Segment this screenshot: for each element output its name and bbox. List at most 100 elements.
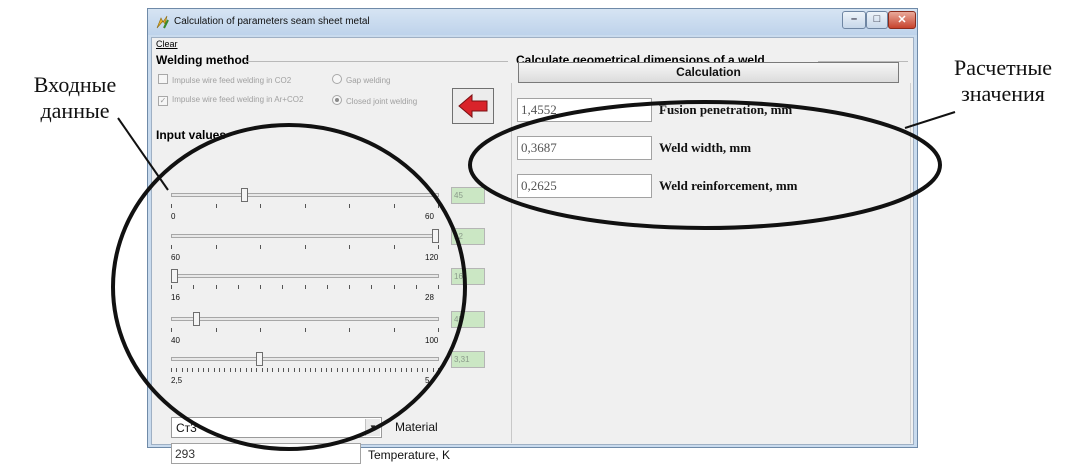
radio-icon[interactable] xyxy=(332,74,342,84)
slider-track[interactable] xyxy=(171,234,439,238)
material-select[interactable]: Ст3 ▼ xyxy=(171,417,382,438)
slider-value-box[interactable]: 12 xyxy=(451,228,485,245)
panel-border xyxy=(910,83,911,443)
slider-ticks xyxy=(171,245,439,250)
tick-mark xyxy=(260,285,261,289)
tick-mark xyxy=(215,204,217,208)
option-gap-welding[interactable]: Gap welding xyxy=(332,74,390,85)
weld-width-value[interactable]: 0,3687 xyxy=(517,136,652,160)
title-bar[interactable]: Calculation of parameters seam sheet met… xyxy=(148,9,917,35)
slider-thumb[interactable] xyxy=(240,188,248,202)
tick-mark xyxy=(320,368,322,372)
tick-mark xyxy=(187,368,189,372)
tick-mark xyxy=(315,368,317,372)
fusion-penetration-value[interactable]: 1,4552 xyxy=(517,98,652,122)
tick-mark xyxy=(213,368,215,372)
welding-method-title: Welding method xyxy=(156,53,250,67)
tick-mark xyxy=(363,368,365,372)
tick-mark xyxy=(304,204,306,208)
checkbox-checked-icon[interactable]: ✓ xyxy=(158,96,168,106)
tick-mark xyxy=(304,368,306,372)
close-button[interactable]: ✕ xyxy=(888,11,916,29)
tick-mark xyxy=(309,368,311,372)
tick-mark xyxy=(368,368,370,372)
tick-mark xyxy=(219,368,221,372)
slider-max-label: 28 xyxy=(425,293,434,302)
slider-value-box[interactable]: 16 xyxy=(451,268,485,285)
tick-mark xyxy=(438,204,439,208)
slider-value-box[interactable]: 45 xyxy=(451,187,485,204)
transfer-arrow-button[interactable] xyxy=(452,88,494,124)
slider-thumb[interactable] xyxy=(255,352,263,366)
tick-mark xyxy=(389,368,391,372)
tick-mark xyxy=(371,285,373,289)
tick-mark xyxy=(393,285,395,289)
weld-reinforcement-value[interactable]: 0,2625 xyxy=(517,174,652,198)
tick-mark xyxy=(304,285,306,289)
tick-mark xyxy=(349,285,350,289)
input-values-title: Input values xyxy=(156,128,227,142)
slider-value-box[interactable]: 45 xyxy=(451,311,485,328)
tick-mark xyxy=(373,368,375,372)
maximize-icon: □ xyxy=(873,13,881,25)
tick-mark xyxy=(432,368,434,372)
slider-thumb[interactable] xyxy=(171,269,178,283)
slider-ticks xyxy=(171,204,439,209)
checkbox-icon[interactable] xyxy=(158,74,168,84)
slider-track[interactable] xyxy=(171,274,439,278)
option-label: Impulse wire feed welding in Ar+CO2 xyxy=(172,95,304,104)
tick-mark xyxy=(400,368,402,372)
temperature-input[interactable]: 293 xyxy=(171,443,361,464)
tick-mark xyxy=(283,368,285,372)
option-impulse-arco2[interactable]: ✓ Impulse wire feed welding in Ar+CO2 xyxy=(158,95,303,106)
tick-mark xyxy=(171,328,172,332)
material-label: Material xyxy=(395,420,438,434)
tick-mark xyxy=(215,245,217,249)
tick-mark xyxy=(347,368,349,372)
radio-selected-icon[interactable] xyxy=(332,95,342,105)
slider-max-label: 60 xyxy=(425,212,434,221)
tick-mark xyxy=(379,368,381,372)
calculation-button[interactable]: Calculation xyxy=(518,62,899,83)
tick-mark xyxy=(288,368,290,372)
slider-track[interactable] xyxy=(171,317,439,321)
tick-mark xyxy=(299,368,301,372)
maximize-button[interactable]: □ xyxy=(866,11,888,29)
option-label: Impulse wire feed welding in CO2 xyxy=(172,76,292,85)
tick-mark xyxy=(171,285,172,289)
tick-mark xyxy=(176,368,178,372)
chevron-down-icon[interactable]: ▼ xyxy=(365,419,380,436)
menu-clear[interactable]: Clear xyxy=(156,39,178,49)
tick-mark xyxy=(357,368,359,372)
tick-mark xyxy=(171,204,172,208)
lightning-app-icon xyxy=(156,15,169,29)
tick-mark xyxy=(352,368,354,372)
client-area: Clear Welding method Impulse wire feed w… xyxy=(151,37,914,464)
option-impulse-co2[interactable]: Impulse wire feed welding in CO2 xyxy=(158,74,291,85)
slider-track[interactable] xyxy=(171,193,439,197)
slider-value-box[interactable]: 3,31 xyxy=(451,351,485,368)
tick-mark xyxy=(411,368,413,372)
tick-mark xyxy=(193,285,195,289)
tick-mark xyxy=(336,368,338,372)
tick-mark xyxy=(304,245,306,249)
slider-ticks xyxy=(171,368,439,373)
slider-track[interactable] xyxy=(171,357,439,361)
annotation-line: значения xyxy=(961,81,1045,106)
minimize-icon: – xyxy=(850,13,858,25)
temperature-label: Temperature, K xyxy=(368,448,451,462)
slider-thumb[interactable] xyxy=(192,312,200,326)
tick-mark xyxy=(415,285,417,289)
minimize-button[interactable]: – xyxy=(842,11,866,29)
slider-max-label: 5 xyxy=(425,376,430,385)
slider-min-label: 2,5 xyxy=(171,376,183,385)
tick-mark xyxy=(349,204,350,208)
tick-mark xyxy=(438,245,439,249)
tick-mark xyxy=(245,368,247,372)
tick-mark xyxy=(171,368,172,372)
tick-mark xyxy=(208,368,210,372)
weld-width-label: Weld width, mm xyxy=(659,140,752,155)
option-closed-joint[interactable]: Closed joint welding xyxy=(332,95,417,106)
slider-thumb[interactable] xyxy=(432,229,439,243)
annotation-line: Расчетные xyxy=(953,55,1053,80)
